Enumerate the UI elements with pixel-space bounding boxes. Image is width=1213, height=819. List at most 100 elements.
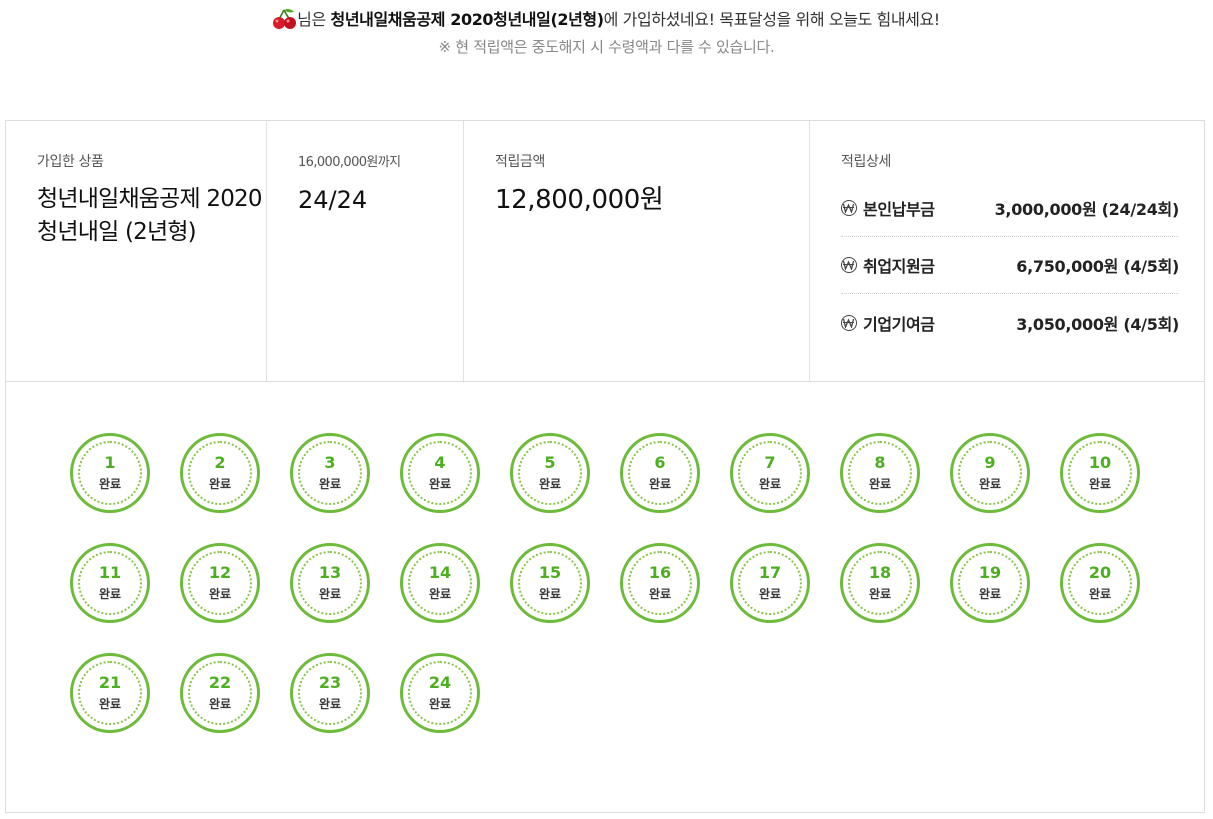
stamp-number: 23: [318, 673, 342, 692]
stamp-status: 완료: [208, 587, 232, 601]
stamp-status: 완료: [318, 587, 342, 601]
stamp-number: 21: [98, 673, 122, 692]
won-icon: [841, 314, 857, 331]
summary-section: 가입한 상품 청년내일채움공제 2020청년내일 (2년형) 16,000,00…: [6, 121, 1204, 382]
amount-label: 적립금액: [495, 154, 545, 170]
stamp-ring: [408, 441, 472, 505]
stamp-ring: [188, 551, 252, 615]
product-column: 가입한 상품 청년내일채움공제 2020청년내일 (2년형): [6, 121, 267, 381]
stamp-number: 2: [214, 453, 226, 472]
stamp-badge: 13 완료: [290, 543, 370, 623]
stamp-badge: 15 완료: [510, 543, 590, 623]
stamp-number: 11: [98, 563, 122, 582]
stamp-badge: 9 완료: [950, 433, 1030, 513]
stamp-status: 완료: [1088, 477, 1112, 491]
stamp-ring: [188, 441, 252, 505]
stamp-badge: 8 완료: [840, 433, 920, 513]
stamp-status: 완료: [868, 587, 892, 601]
stamp-badge: 18 완료: [840, 543, 920, 623]
won-icon: [841, 200, 857, 216]
savings-panel: 가입한 상품 청년내일채움공제 2020청년내일 (2년형) 16,000,00…: [5, 120, 1205, 813]
stamp-number: 7: [764, 453, 776, 472]
stamp-status: 완료: [318, 697, 342, 711]
stamp-ring: [78, 551, 142, 615]
stamp-number: 19: [978, 563, 1002, 582]
stamp-status: 완료: [648, 477, 672, 491]
stamp-number: 8: [874, 453, 886, 472]
stamp-badge: 11 완료: [70, 543, 150, 623]
stamp-number: 3: [324, 453, 336, 472]
details-list: 본인납부금 3,000,000원 (24/24회) 취업지원금 6,750,00…: [841, 180, 1179, 351]
stamp-number: 17: [758, 563, 782, 582]
product-name: 청년내일채움공제 2020청년내일(2년형): [330, 10, 605, 29]
stamp-badge: 16 완료: [620, 543, 700, 623]
stamp-status: 완료: [98, 697, 122, 711]
stamp-number: 4: [434, 453, 446, 472]
stamp-status: 완료: [758, 587, 782, 601]
welcome-suffix: 님은: [297, 10, 331, 29]
stamp-number: 9: [984, 453, 996, 472]
won-icon: [841, 257, 857, 273]
stamp-ring: [298, 441, 362, 505]
stamp-number: 14: [428, 563, 452, 582]
stamp-badge: 5 완료: [510, 433, 590, 513]
stamp-ring: [1068, 551, 1132, 615]
progress-column: 16,000,000원까지 24/24: [267, 121, 464, 381]
stamp-status: 완료: [758, 477, 782, 491]
stamp-number: 12: [208, 563, 232, 582]
details-column: 적립상세 본인납부금 3,000,000원 (24/24회) 취업지원금 6,7…: [810, 121, 1204, 381]
stamp-ring: [78, 441, 142, 505]
stamp-number: 16: [648, 563, 672, 582]
stamp-number: 22: [208, 673, 232, 692]
stamp-ring: [738, 441, 802, 505]
stamp-status: 완료: [538, 587, 562, 601]
stamp-ring: [298, 661, 362, 725]
stamp-status: 완료: [208, 697, 232, 711]
detail-value: 3,000,000원 (24/24회): [994, 200, 1180, 219]
stamp-badge: 6 완료: [620, 433, 700, 513]
stamp-number: 6: [654, 453, 666, 472]
details-label: 적립상세: [841, 154, 891, 170]
stamp-status: 완료: [98, 477, 122, 491]
stamp-number: 10: [1088, 453, 1112, 472]
amount-column: 적립금액 12,800,000원: [464, 121, 810, 381]
stamp-status: 완료: [428, 587, 452, 601]
stamp-badge: 21 완료: [70, 653, 150, 733]
stamp-ring: [1068, 441, 1132, 505]
stamp-badge: 23 완료: [290, 653, 370, 733]
stamp-number: 13: [318, 563, 342, 582]
stamp-badge: 1 완료: [70, 433, 150, 513]
stamp-status: 완료: [538, 477, 562, 491]
page-header: 님은 청년내일채움공제 2020청년내일(2년형)에 가입하셨네요! 목표달성을…: [0, 6, 1213, 60]
detail-row-self-payment: 본인납부금 3,000,000원 (24/24회): [841, 180, 1179, 237]
detail-label: 취업지원금: [863, 257, 935, 276]
stamp-ring: [188, 661, 252, 725]
stamp-badge: 17 완료: [730, 543, 810, 623]
stamp-badge: 14 완료: [400, 543, 480, 623]
stamp-ring: [518, 551, 582, 615]
stamp-ring: [848, 551, 912, 615]
stamp-ring: [738, 551, 802, 615]
detail-label: 기업기여금: [863, 314, 935, 334]
detail-label: 본인납부금: [863, 200, 935, 219]
stamp-badge: 20 완료: [1060, 543, 1140, 623]
stamp-badge: 12 완료: [180, 543, 260, 623]
stamp-status: 완료: [648, 587, 672, 601]
welcome-tail: 에 가입하셨네요! 목표달성을 위해 오늘도 힘내세요!: [603, 10, 941, 29]
stamp-number: 20: [1088, 563, 1112, 582]
stamp-ring: [628, 551, 692, 615]
stamp-status: 완료: [98, 587, 122, 601]
product-value: 청년내일채움공제 2020청년내일 (2년형): [37, 186, 263, 245]
stamp-status: 완료: [428, 697, 452, 711]
stamp-number: 15: [538, 563, 562, 582]
detail-value: 6,750,000원 (4/5회): [1016, 257, 1179, 276]
stamp-ring: [628, 441, 692, 505]
stamp-status: 완료: [978, 587, 1002, 601]
amount-value: 12,800,000원: [495, 185, 664, 215]
stamp-badge: 19 완료: [950, 543, 1030, 623]
detail-row-employment-support: 취업지원금 6,750,000원 (4/5회): [841, 237, 1179, 294]
stamp-badge: 7 완료: [730, 433, 810, 513]
stamp-number: 1: [104, 453, 116, 472]
cherry-icon: [273, 8, 297, 30]
stamp-grid: 1 완료 2 완료 3 완료 4 완료 5 완료 6 완료 7 완료 8 완료 9 완료 10 완료 11 완료 12 완료 1…: [6, 383, 1204, 813]
